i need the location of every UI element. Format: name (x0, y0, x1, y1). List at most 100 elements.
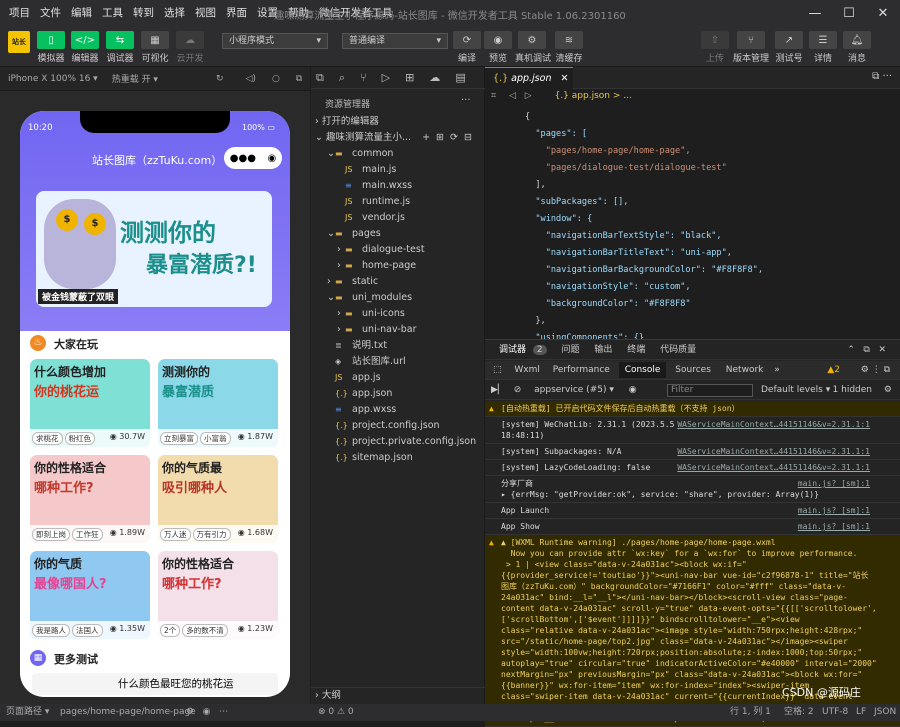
tree-item[interactable]: ⌄▬ uni_modules (311, 290, 485, 306)
language-mode[interactable]: JSON (874, 704, 896, 721)
indentation[interactable]: 空格: 2 (784, 704, 814, 721)
split-icon[interactable]: ▤ (455, 71, 465, 84)
tab-output[interactable]: 输出 (594, 345, 612, 355)
encoding[interactable]: UTF-8 (822, 704, 848, 721)
editor-button[interactable]: </> 编辑器 (68, 31, 102, 64)
details-button[interactable]: ☰ 详情 (806, 31, 840, 64)
menu-item[interactable]: 界面 (221, 0, 252, 27)
subtab-wxml[interactable]: Wxml (514, 365, 540, 375)
outline-section[interactable]: › 大纲 (311, 687, 485, 703)
files-icon[interactable]: ⧉ (316, 71, 324, 85)
subtab-sources[interactable]: Sources (675, 365, 711, 375)
console-log-entry[interactable]: App Launch main.js? [sm]:1 (485, 503, 900, 519)
phone-screen[interactable]: 10:20 100% ▭ 站长图库（zzTuKu.com） ●●● ◉ $ $ 测… (20, 111, 290, 697)
tab-code-quality[interactable]: 代码质量 (660, 345, 696, 355)
tab-problems[interactable]: 问题 (562, 345, 580, 355)
log-source-link[interactable]: WAServiceMainContext…44151146&v=2.31.1:1 (677, 446, 870, 457)
tab-terminal[interactable]: 终端 (627, 345, 645, 355)
test-list-item[interactable]: 什么颜色最旺您的桃花运 (32, 673, 278, 695)
simulator-button[interactable]: ▯ 模拟器 (34, 31, 68, 64)
open-editors-section[interactable]: › 打开的编辑器 (311, 114, 485, 130)
device-select[interactable]: iPhone X 100% 16 ▾ (8, 74, 98, 84)
tree-item[interactable]: {.} app.json (311, 386, 485, 402)
console-log-entry[interactable]: 分享厂商 ▸ {errMsg: "getProvider:ok", servic… (485, 476, 900, 503)
maximize-icon[interactable]: ☐ (832, 0, 866, 27)
message-button[interactable]: 🔔︎ 消息 (840, 31, 874, 64)
tab-debugger[interactable]: 调试器 (499, 345, 526, 355)
extensions-icon[interactable]: ⊞ (405, 71, 414, 84)
menu-item[interactable]: 编辑 (66, 0, 97, 27)
tree-item[interactable]: › ▬ uni-nav-bar (311, 322, 485, 338)
banner[interactable]: $ $ 测测你的 暴富潜质?! 被金钱蒙蔽了双眼 (36, 191, 272, 307)
debugger-button[interactable]: ⇆ 调试器 (103, 31, 137, 64)
project-root[interactable]: ⌄ 趣味测算流量主小... +⊞⟳⊟ (311, 130, 485, 146)
menu-item[interactable]: 工具 (97, 0, 128, 27)
settings-icon[interactable]: ⚙ (884, 381, 892, 400)
tree-item[interactable]: › ▬ dialogue-test (311, 242, 485, 258)
subtab-console[interactable]: Console (618, 362, 667, 378)
console-log-entry[interactable]: [system] Subpackages: N/A WAServiceMainCo… (485, 444, 900, 460)
levels-select[interactable]: Default levels ▾ (761, 381, 830, 400)
tree-item[interactable]: › ▬ uni-icons (311, 306, 485, 322)
tree-item[interactable]: {.} project.config.json (311, 418, 485, 434)
version-button[interactable]: ⑂ 版本管理 (733, 31, 769, 64)
clear-console-icon[interactable]: ⊘ (514, 385, 522, 395)
debug-icon[interactable]: ▷ (382, 71, 390, 84)
log-source-link[interactable]: main.js? [sm]:1 (798, 478, 870, 489)
visual-button[interactable]: ▦ 可视化 (138, 31, 172, 64)
tree-item[interactable]: JS app.js (311, 370, 485, 386)
tree-item[interactable]: JS vendor.js (311, 210, 485, 226)
tree-item[interactable]: ≣ 说明.txt (311, 338, 485, 354)
context-select[interactable]: appservice (#5) ▾ (534, 385, 614, 395)
menu-item[interactable]: 视图 (190, 0, 221, 27)
minimize-icon[interactable]: — (798, 0, 832, 27)
home-icon[interactable]: ○ (272, 74, 280, 84)
test-card[interactable]: 你的性格适合 哪种工作? 即刻上岗 工作狂 ◉ 1.89W (30, 455, 150, 543)
problems-count[interactable]: ⊗ 0 ⚠ 0 (318, 704, 354, 721)
log-source-link[interactable]: main.js? [sm]:1 (798, 505, 870, 516)
more-icon[interactable]: ··· (461, 95, 471, 106)
split-editor-icon[interactable]: ⧉ ··· (872, 71, 892, 82)
tree-item[interactable]: ≡ main.wxss (311, 178, 485, 194)
compile-button[interactable]: ⟳ 编译 (450, 31, 484, 64)
menu-item[interactable]: 设置 (252, 0, 283, 27)
rotate-icon[interactable]: ↻ (216, 74, 224, 84)
capsule-menu[interactable]: ●●● ◉ (224, 147, 282, 169)
avatar[interactable]: 站长 (6, 31, 32, 53)
cloud-button[interactable]: ☁ 云开发 (173, 31, 207, 64)
tree-item[interactable]: ◈ 站长图库.url (311, 354, 485, 370)
volume-icon[interactable]: ◁) (246, 74, 256, 84)
test-card[interactable]: 你的气质 最像哪国人? 我是路人 法国人 ◉ 1.35W (30, 551, 150, 639)
bookmark-icon[interactable]: ⌗ (491, 91, 496, 101)
menu-item[interactable]: 转到 (128, 0, 159, 27)
tree-item[interactable]: ⌄▬ common (311, 146, 485, 162)
console-log-entry[interactable]: App Show main.js? [sm]:1 (485, 519, 900, 535)
source-control-icon[interactable]: ⑂ (360, 71, 367, 84)
tree-item[interactable]: ⌄▬ pages (311, 226, 485, 242)
search-icon[interactable]: ⌕ (339, 71, 345, 85)
clear-cache-button[interactable]: ≋ 清缓存 (552, 31, 586, 64)
menu-item[interactable]: 项目 (4, 0, 35, 27)
test-account-button[interactable]: ↗ 测试号 (772, 31, 806, 64)
test-card[interactable]: 什么颜色增加 你的桃花运 求桃花 粉红色 ◉ 30.7W (30, 359, 150, 447)
subtab-performance[interactable]: Performance (553, 365, 610, 375)
close-icon[interactable]: ✕ (866, 0, 900, 27)
tree-item[interactable]: {.} project.private.config.json (311, 434, 485, 450)
console-log-entry[interactable]: [自动热重载] 已开启代码文件保存后自动热重载（不支持 json） ▲ (485, 401, 900, 417)
cursor-position[interactable]: 行 1, 列 1 (730, 704, 771, 721)
tree-item[interactable]: › ▬ home-page (311, 258, 485, 274)
cloud-icon[interactable]: ☁ (429, 71, 440, 84)
menu-item[interactable]: 选择 (159, 0, 190, 27)
console-log-entry[interactable]: [system] LazyCodeLoading: false WAService… (485, 460, 900, 476)
tree-item[interactable]: JS main.js (311, 162, 485, 178)
subtab-network[interactable]: Network (726, 365, 764, 375)
tree-item[interactable]: › ▬ static (311, 274, 485, 290)
panel-controls-icon[interactable]: ⌃ ⧉ ✕ (847, 340, 886, 360)
test-card[interactable]: 测测你的 暴富潜质 立刻暴富 小富翁 ◉ 1.87W (158, 359, 278, 447)
console-log-entry[interactable]: [system] WeChatLib: 2.31.1 (2023.5.5 18:… (485, 417, 900, 444)
menu-item[interactable]: 帮助 (283, 0, 314, 27)
menu-item[interactable]: 文件 (35, 0, 66, 27)
more-tabs-icon[interactable]: » (774, 365, 780, 375)
inspect-icon[interactable]: ⬚ (493, 365, 502, 375)
test-card[interactable]: 你的气质最 吸引哪种人 万人迷 万有引力 ◉ 1.68W (158, 455, 278, 543)
